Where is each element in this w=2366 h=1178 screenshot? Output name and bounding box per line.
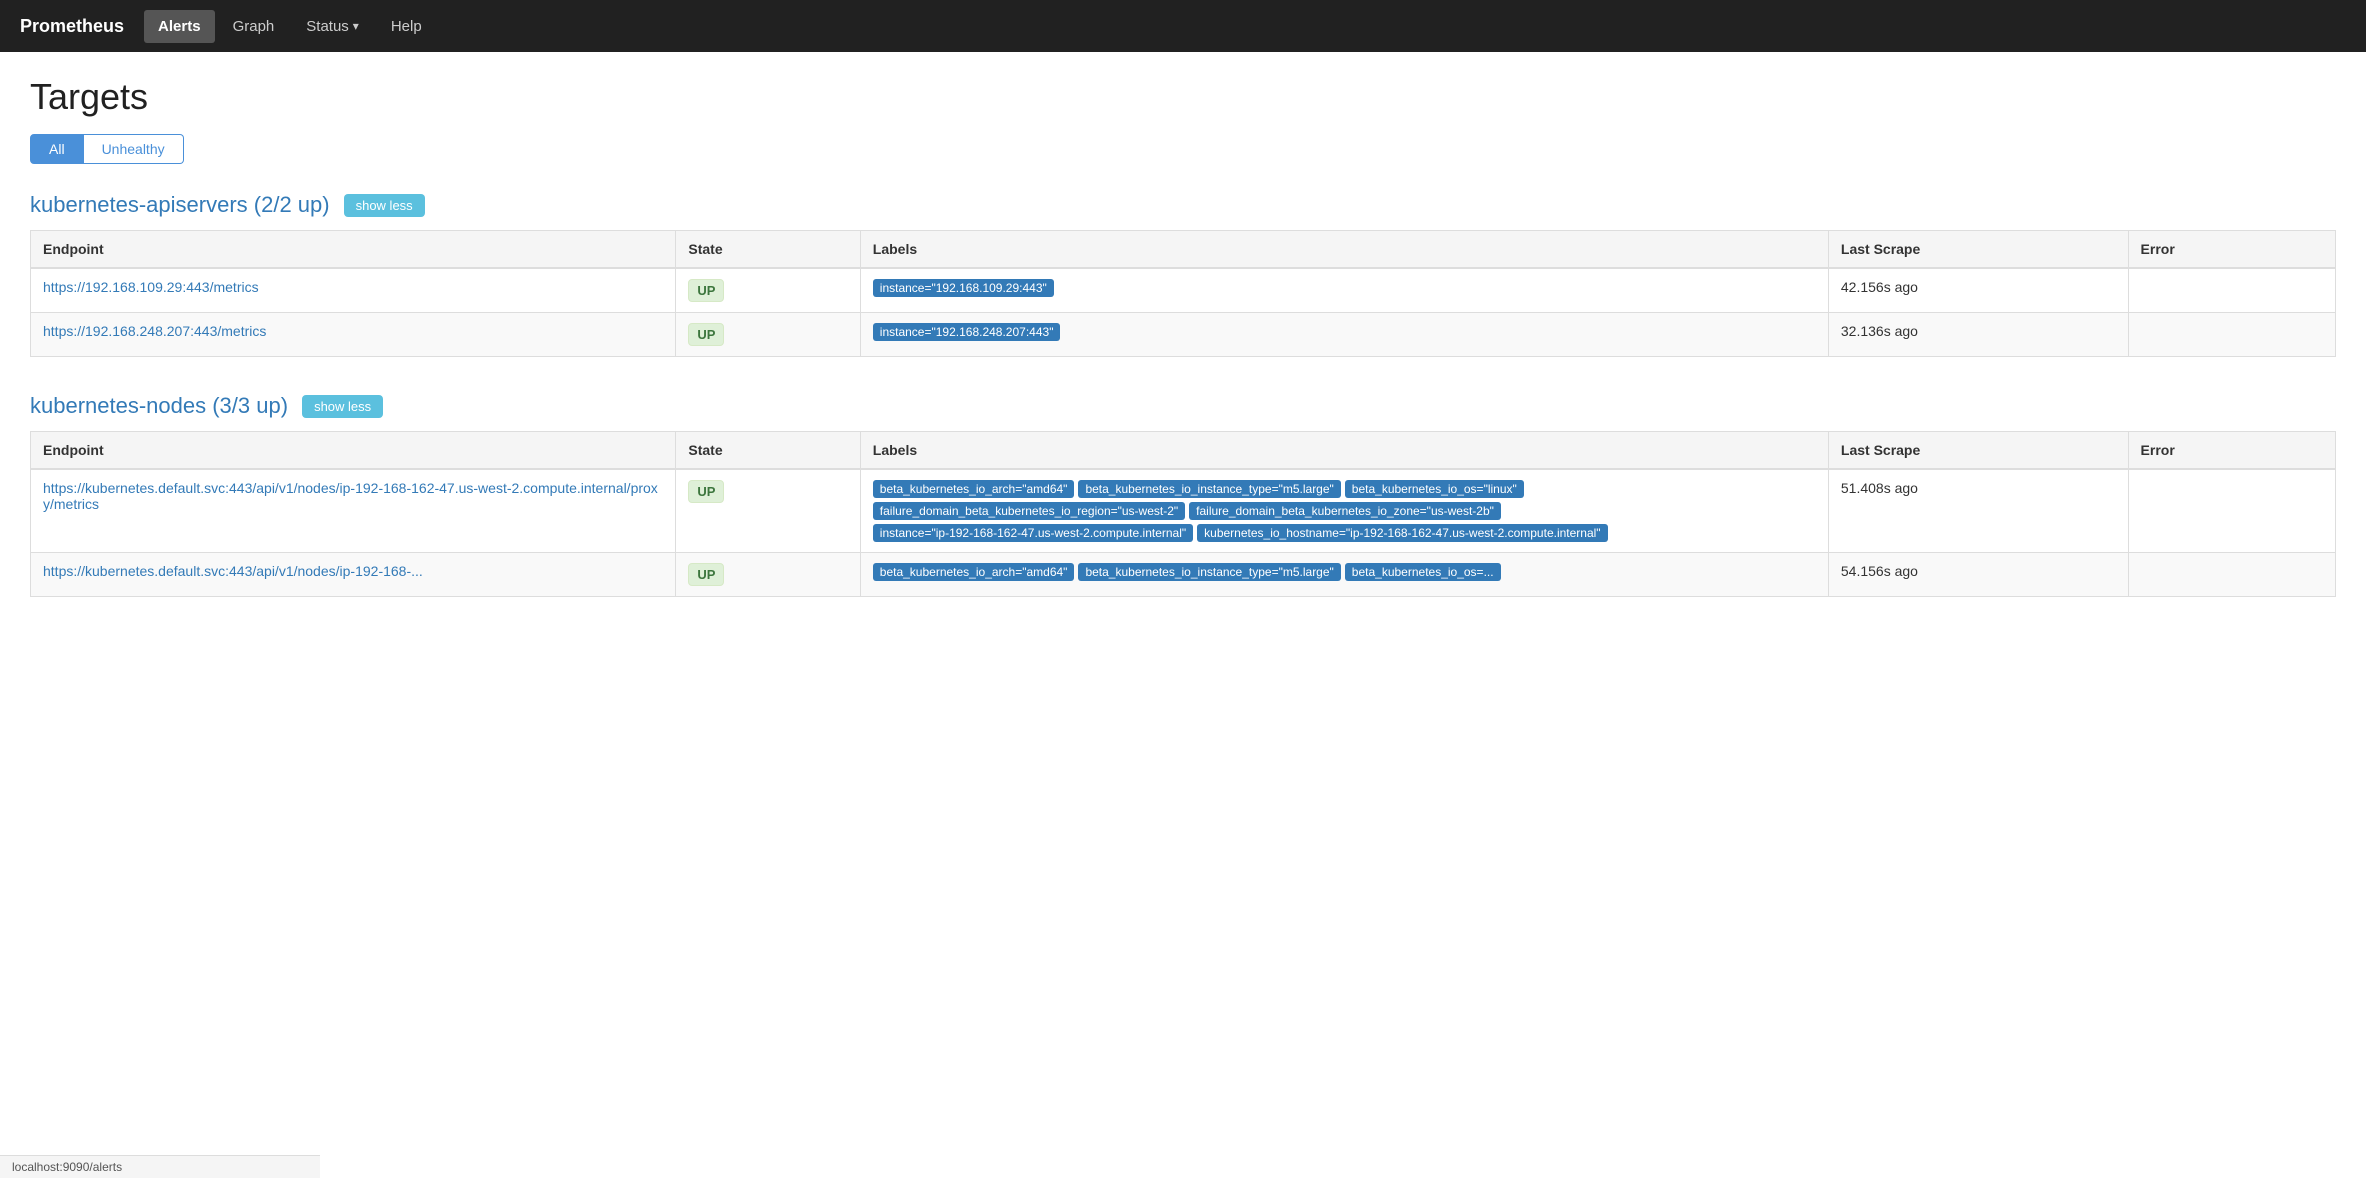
label-badge: beta_kubernetes_io_os="linux" — [1345, 480, 1524, 498]
col-header-state: State — [676, 231, 860, 269]
cell-last-scrape: 54.156s ago — [1828, 553, 2128, 597]
label-badge: beta_kubernetes_io_instance_type="m5.lar… — [1078, 563, 1340, 581]
cell-labels: beta_kubernetes_io_arch="amd64"beta_kube… — [860, 469, 1828, 553]
endpoint-link[interactable]: https://kubernetes.default.svc:443/api/v… — [43, 480, 658, 512]
label-badge: beta_kubernetes_io_arch="amd64" — [873, 480, 1075, 498]
label-badge: beta_kubernetes_io_arch="amd64" — [873, 563, 1075, 581]
navbar: Prometheus Alerts Graph Status Help — [0, 0, 2366, 52]
nav-items: Alerts Graph Status Help — [144, 10, 436, 43]
cell-error — [2128, 469, 2335, 553]
nav-item-graph[interactable]: Graph — [219, 10, 289, 43]
cell-endpoint: https://192.168.109.29:443/metrics — [31, 268, 676, 313]
section-title-nodes: kubernetes-nodes (3/3 up) — [30, 393, 288, 419]
section-kubernetes-apiservers: kubernetes-apiservers (2/2 up) show less… — [30, 192, 2336, 357]
table-row: https://192.168.109.29:443/metrics UP inst… — [31, 268, 2336, 313]
col-header-state-nodes: State — [676, 432, 860, 470]
cell-error — [2128, 553, 2335, 597]
cell-labels: instance="192.168.248.207:443" — [860, 313, 1828, 357]
cell-state: UP — [676, 553, 860, 597]
label-badge: instance="ip-192-168-162-47.us-west-2.co… — [873, 524, 1193, 542]
label-badge: kubernetes_io_hostname="ip-192-168-162-4… — [1197, 524, 1607, 542]
col-header-labels: Labels — [860, 231, 1828, 269]
cell-labels: beta_kubernetes_io_arch="amd64"beta_kube… — [860, 553, 1828, 597]
table-row: https://kubernetes.default.svc:443/api/v… — [31, 469, 2336, 553]
state-badge: UP — [688, 323, 724, 346]
nav-item-help[interactable]: Help — [377, 10, 436, 43]
endpoint-link[interactable]: https://kubernetes.default.svc:443/api/v… — [43, 563, 423, 579]
cell-endpoint: https://kubernetes.default.svc:443/api/v… — [31, 469, 676, 553]
state-badge: UP — [688, 279, 724, 302]
nav-item-status[interactable]: Status — [292, 10, 373, 43]
cell-last-scrape: 32.136s ago — [1828, 313, 2128, 357]
show-less-button-nodes[interactable]: show less — [302, 395, 383, 418]
cell-error — [2128, 268, 2335, 313]
state-badge: UP — [688, 563, 724, 586]
filter-all-button[interactable]: All — [30, 134, 84, 164]
col-header-error: Error — [2128, 231, 2335, 269]
section-header-apiservers: kubernetes-apiservers (2/2 up) show less — [30, 192, 2336, 218]
status-bar: localhost:9090/alerts — [0, 1155, 320, 1178]
labels-container: beta_kubernetes_io_arch="amd64"beta_kube… — [873, 563, 1816, 581]
col-header-endpoint: Endpoint — [31, 231, 676, 269]
table-header-row: Endpoint State Labels Last Scrape Error — [31, 231, 2336, 269]
labels-container: instance="192.168.109.29:443" — [873, 279, 1816, 297]
label-badge: instance="192.168.109.29:443" — [873, 279, 1054, 297]
label-badge: failure_domain_beta_kubernetes_io_zone="… — [1189, 502, 1501, 520]
table-header-row-nodes: Endpoint State Labels Last Scrape Error — [31, 432, 2336, 470]
filter-unhealthy-button[interactable]: Unhealthy — [84, 134, 184, 164]
col-header-endpoint-nodes: Endpoint — [31, 432, 676, 470]
col-header-labels-nodes: Labels — [860, 432, 1828, 470]
cell-state: UP — [676, 469, 860, 553]
targets-table-apiservers: Endpoint State Labels Last Scrape Error … — [30, 230, 2336, 357]
col-header-last-scrape-nodes: Last Scrape — [1828, 432, 2128, 470]
endpoint-link[interactable]: https://192.168.109.29:443/metrics — [43, 279, 259, 295]
filter-buttons: All Unhealthy — [30, 134, 2336, 164]
section-title-apiservers: kubernetes-apiservers (2/2 up) — [30, 192, 330, 218]
cell-last-scrape: 51.408s ago — [1828, 469, 2128, 553]
label-badge: instance="192.168.248.207:443" — [873, 323, 1061, 341]
col-header-last-scrape: Last Scrape — [1828, 231, 2128, 269]
label-badge: beta_kubernetes_io_instance_type="m5.lar… — [1078, 480, 1340, 498]
label-badge: failure_domain_beta_kubernetes_io_region… — [873, 502, 1185, 520]
section-kubernetes-nodes: kubernetes-nodes (3/3 up) show less Endp… — [30, 393, 2336, 597]
table-row: https://192.168.248.207:443/metrics UP ins… — [31, 313, 2336, 357]
nav-item-alerts[interactable]: Alerts — [144, 10, 215, 43]
cell-state: UP — [676, 313, 860, 357]
labels-container: instance="192.168.248.207:443" — [873, 323, 1816, 341]
show-less-button-apiservers[interactable]: show less — [344, 194, 425, 217]
section-header-nodes: kubernetes-nodes (3/3 up) show less — [30, 393, 2336, 419]
page-title: Targets — [30, 76, 2336, 118]
navbar-brand[interactable]: Prometheus — [20, 16, 124, 37]
page-content: Targets All Unhealthy kubernetes-apiserv… — [0, 52, 2366, 657]
status-url: localhost:9090/alerts — [12, 1160, 122, 1174]
table-row: https://kubernetes.default.svc:443/api/v… — [31, 553, 2336, 597]
targets-table-nodes: Endpoint State Labels Last Scrape Error … — [30, 431, 2336, 597]
endpoint-link[interactable]: https://192.168.248.207:443/metrics — [43, 323, 266, 339]
cell-endpoint: https://kubernetes.default.svc:443/api/v… — [31, 553, 676, 597]
label-badge: beta_kubernetes_io_os=... — [1345, 563, 1501, 581]
cell-state: UP — [676, 268, 860, 313]
state-badge: UP — [688, 480, 724, 503]
cell-last-scrape: 42.156s ago — [1828, 268, 2128, 313]
cell-labels: instance="192.168.109.29:443" — [860, 268, 1828, 313]
cell-error — [2128, 313, 2335, 357]
cell-endpoint: https://192.168.248.207:443/metrics — [31, 313, 676, 357]
labels-container: beta_kubernetes_io_arch="amd64"beta_kube… — [873, 480, 1816, 542]
col-header-error-nodes: Error — [2128, 432, 2335, 470]
